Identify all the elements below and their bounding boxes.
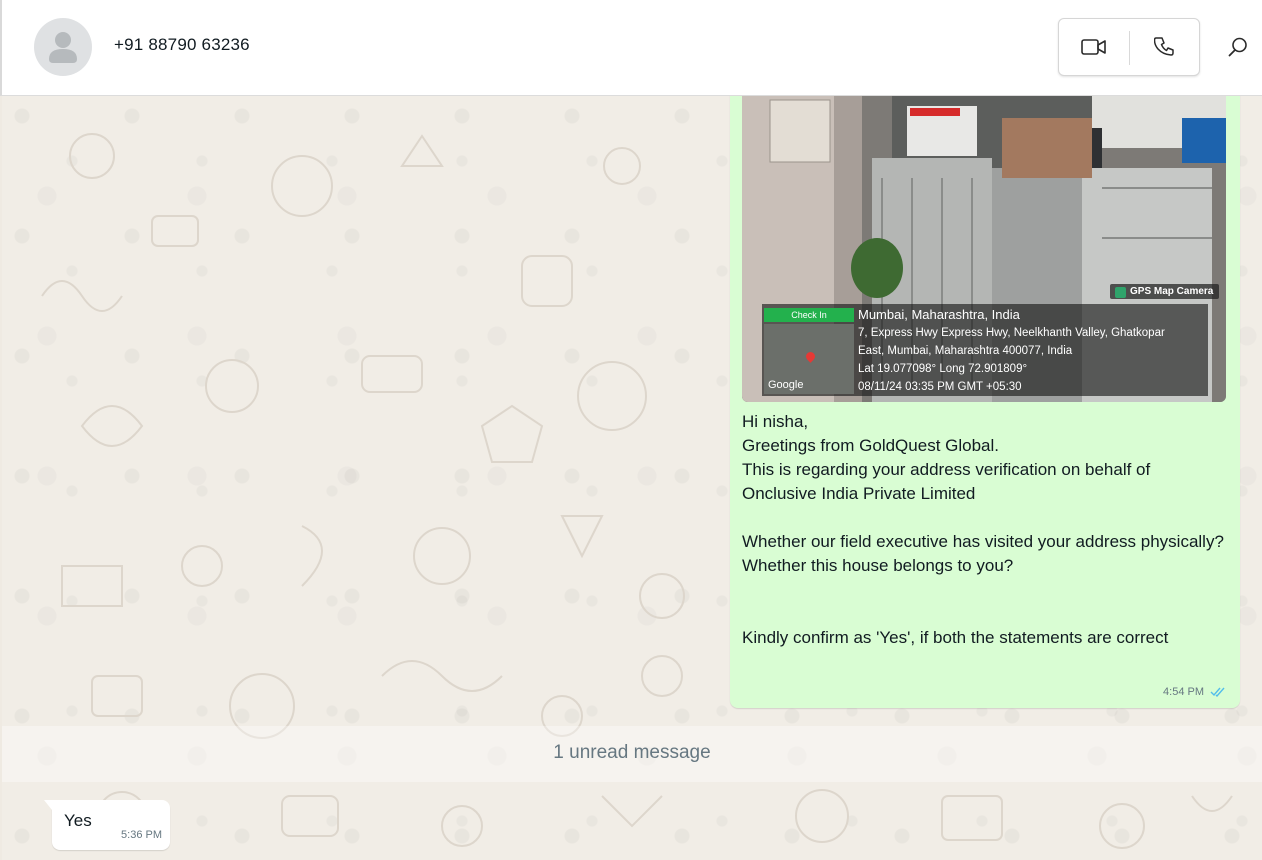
- geo-text: Mumbai, Maharashtra, India 7, Express Hw…: [858, 306, 1208, 396]
- outgoing-message-text: Hi nisha, Greetings from GoldQuest Globa…: [742, 412, 1224, 647]
- incoming-message-bubble[interactable]: Yes 5:36 PM: [44, 800, 170, 850]
- video-camera-icon: [1081, 39, 1106, 55]
- contact-name[interactable]: +91 88790 63236: [114, 35, 250, 55]
- location-photo[interactable]: GPS Map Camera Check In Google Mumbai, M…: [742, 96, 1226, 402]
- chat-message-area[interactable]: GPS Map Camera Check In Google Mumbai, M…: [2, 96, 1262, 860]
- video-call-button[interactable]: [1059, 19, 1129, 75]
- gps-map-camera-icon: [1115, 287, 1126, 298]
- unread-divider-label: 1 unread message: [553, 742, 711, 763]
- unread-divider: 1 unread message: [2, 726, 1262, 782]
- person-silhouette-icon: [49, 32, 77, 63]
- geo-address-line2: East, Mumbai, Maharashtra 400077, India: [858, 345, 1073, 357]
- map-pin-icon: [804, 350, 817, 363]
- geo-coordinates: Lat 19.077098° Long 72.901809°: [858, 363, 1028, 375]
- mini-map: Google: [764, 324, 854, 394]
- incoming-message-time: 5:36 PM: [121, 829, 162, 841]
- contact-avatar[interactable]: [34, 18, 92, 76]
- incoming-message-text: Yes: [64, 811, 92, 830]
- gps-map-camera-tag: GPS Map Camera: [1110, 284, 1220, 299]
- outgoing-message-bubble[interactable]: GPS Map Camera Check In Google Mumbai, M…: [730, 96, 1240, 708]
- geo-city: Mumbai, Maharashtra, India: [858, 307, 1020, 322]
- outgoing-message-time: 4:54 PM: [1163, 686, 1204, 698]
- geo-timestamp: 08/11/24 03:35 PM GMT +05:30: [858, 381, 1022, 393]
- outgoing-message-meta: 4:54 PM: [1163, 686, 1226, 698]
- search-icon: [1228, 37, 1247, 57]
- double-check-icon: [1210, 687, 1225, 697]
- phone-icon: [1154, 37, 1174, 56]
- call-buttons-group: [1058, 18, 1200, 76]
- chat-header: +91 88790 63236: [0, 0, 1262, 96]
- whatsapp-chat-window: +91 88790 63236 GPS Map Camera Check In …: [0, 0, 1262, 860]
- geo-address-line1: 7, Express Hwy Express Hwy, Neelkhanth V…: [858, 327, 1165, 339]
- voice-call-button[interactable]: [1130, 19, 1200, 75]
- map-brand: Google: [768, 379, 804, 391]
- search-button[interactable]: [1222, 30, 1254, 64]
- check-in-badge: Check In: [764, 308, 854, 322]
